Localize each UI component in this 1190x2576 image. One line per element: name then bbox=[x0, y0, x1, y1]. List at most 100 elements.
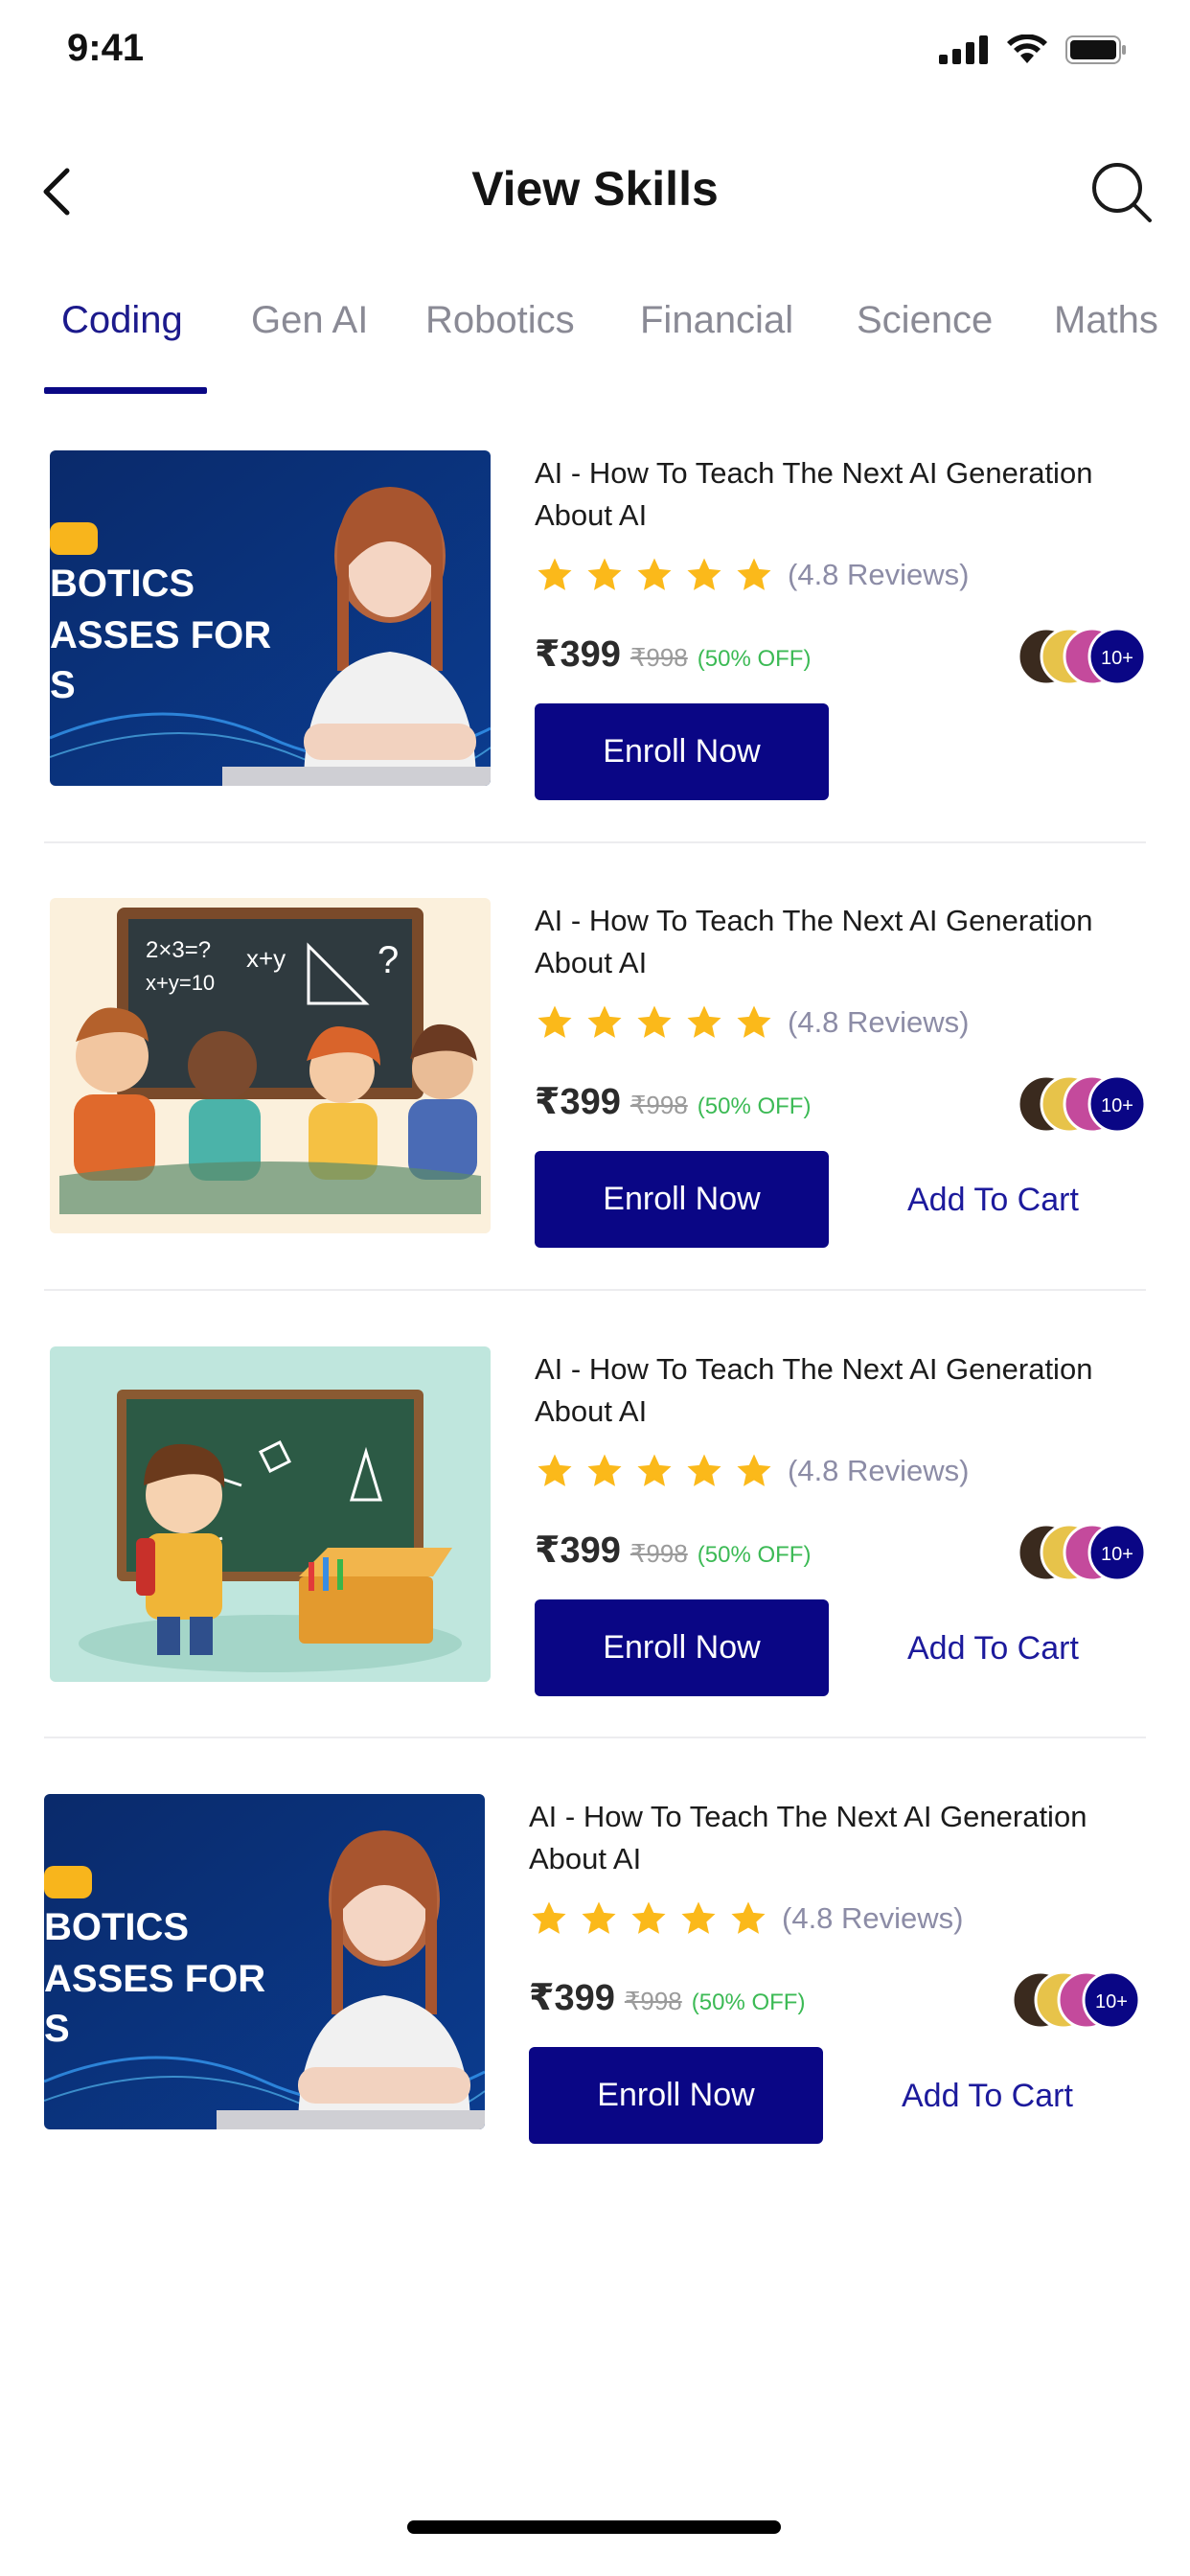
search-button[interactable] bbox=[1087, 157, 1156, 226]
star-icon bbox=[637, 1454, 672, 1486]
thumbnail-text: S bbox=[50, 664, 76, 706]
old-price: ₹998 bbox=[629, 1091, 688, 1119]
enrolled-count: 10+ bbox=[1101, 1095, 1133, 1116]
add-to-cart-button[interactable]: Add To Cart bbox=[907, 1182, 1079, 1219]
divider bbox=[44, 841, 1146, 843]
course-card[interactable]: BOTICS ASSES FOR S AI - How To Teach The… bbox=[0, 1794, 1190, 2241]
star-icon bbox=[637, 558, 672, 590]
star-icon bbox=[631, 1901, 666, 1934]
wifi-icon bbox=[1007, 34, 1047, 63]
star-icon bbox=[582, 1901, 616, 1934]
enroll-now-button[interactable]: Enroll Now bbox=[535, 1151, 829, 1248]
course-card[interactable]: BOTICS ASSES FOR S AI - How To Teach The… bbox=[0, 450, 1190, 897]
thumbnail-text: BOTICS bbox=[44, 1906, 189, 1948]
star-icon bbox=[637, 1005, 672, 1038]
course-card[interactable]: AI - How To Teach The Next AI Generation… bbox=[0, 1346, 1190, 1793]
tab-maths[interactable]: Maths bbox=[1054, 299, 1158, 342]
price: ₹399 bbox=[535, 634, 621, 675]
star-icon bbox=[587, 1454, 622, 1486]
star-icon bbox=[737, 1005, 771, 1038]
tab-gen-ai[interactable]: Gen AI bbox=[251, 299, 368, 342]
rating-row: (4.8 Reviews) bbox=[535, 556, 970, 594]
discount-badge: (50% OFF) bbox=[691, 1990, 806, 2015]
reviews-count: (4.8 Reviews) bbox=[782, 1901, 964, 1935]
home-indicator[interactable] bbox=[407, 2520, 781, 2534]
star-icon bbox=[538, 1005, 572, 1038]
reviews-count: (4.8 Reviews) bbox=[788, 1005, 970, 1039]
page-title: View Skills bbox=[471, 162, 719, 216]
add-to-cart-button[interactable]: Add To Cart bbox=[902, 2078, 1073, 2115]
price-row: ₹399 ₹998 (50% OFF) bbox=[535, 632, 811, 676]
star-icon bbox=[737, 1454, 771, 1486]
star-icon bbox=[687, 1454, 721, 1486]
price: ₹399 bbox=[535, 1082, 621, 1122]
battery-icon bbox=[1065, 35, 1126, 64]
tab-coding[interactable]: Coding bbox=[61, 299, 183, 342]
course-title[interactable]: AI - How To Teach The Next AI Generation… bbox=[535, 900, 1148, 984]
enrolled-count: 10+ bbox=[1101, 1544, 1133, 1565]
discount-badge: (50% OFF) bbox=[697, 1093, 812, 1119]
old-price: ₹998 bbox=[629, 643, 688, 672]
enrolled-avatars: 10+ bbox=[1011, 1970, 1146, 2030]
enroll-now-button[interactable]: Enroll Now bbox=[535, 703, 829, 800]
enroll-now-button[interactable]: Enroll Now bbox=[529, 2047, 823, 2144]
status-icons bbox=[939, 34, 1127, 65]
enrolled-count: 10+ bbox=[1101, 648, 1133, 669]
enrolled-count: 10+ bbox=[1095, 1991, 1128, 2012]
star-icon bbox=[538, 1454, 572, 1486]
thumbnail-text: BOTICS bbox=[50, 563, 195, 605]
header: View Skills bbox=[0, 144, 1190, 240]
reviews-count: (4.8 Reviews) bbox=[788, 558, 970, 591]
star-icon bbox=[587, 558, 622, 590]
category-tabs: Coding Gen AI Robotics Financial Science… bbox=[0, 288, 1190, 398]
enrolled-avatars: 10+ bbox=[1017, 627, 1152, 686]
active-tab-indicator bbox=[44, 387, 207, 394]
course-title[interactable]: AI - How To Teach The Next AI Generation… bbox=[535, 452, 1148, 537]
search-icon bbox=[1092, 163, 1152, 222]
thumbnail-text: ASSES FOR bbox=[44, 1958, 265, 2000]
tab-science[interactable]: Science bbox=[857, 299, 993, 342]
status-bar: 9:41 bbox=[0, 0, 1190, 105]
svg-text:?: ? bbox=[378, 939, 399, 981]
star-icon bbox=[681, 1901, 716, 1934]
star-icon bbox=[687, 558, 721, 590]
old-price: ₹998 bbox=[629, 1539, 688, 1568]
price-row: ₹399 ₹998 (50% OFF) bbox=[535, 1080, 811, 1123]
reviews-count: (4.8 Reviews) bbox=[788, 1454, 970, 1487]
star-icon bbox=[731, 1901, 766, 1934]
thumbnail-text: 2×3=? bbox=[146, 937, 211, 963]
course-thumbnail: BOTICS ASSES FOR S bbox=[50, 450, 491, 786]
course-title[interactable]: AI - How To Teach The Next AI Generation… bbox=[529, 1796, 1142, 1880]
price: ₹399 bbox=[529, 1978, 615, 2018]
thumbnail-text: x+y bbox=[246, 944, 286, 973]
price-row: ₹399 ₹998 (50% OFF) bbox=[535, 1529, 811, 1572]
rating-row: (4.8 Reviews) bbox=[535, 1003, 970, 1042]
course-card[interactable]: 2×3=? x+y=10 x+y ? AI - How To Teach The… bbox=[0, 898, 1190, 1345]
enrolled-avatars: 10+ bbox=[1017, 1523, 1152, 1582]
course-thumbnail bbox=[50, 1346, 491, 1682]
status-time: 9:41 bbox=[67, 27, 145, 69]
enroll-now-button[interactable]: Enroll Now bbox=[535, 1599, 829, 1696]
signal-icon bbox=[939, 35, 988, 64]
add-to-cart-button[interactable]: Add To Cart bbox=[907, 1630, 1079, 1668]
course-thumbnail: BOTICS ASSES FOR S bbox=[44, 1794, 485, 2129]
rating-row: (4.8 Reviews) bbox=[535, 1452, 970, 1490]
rating-row: (4.8 Reviews) bbox=[529, 1899, 964, 1938]
star-icon bbox=[538, 558, 572, 590]
discount-badge: (50% OFF) bbox=[697, 1542, 812, 1568]
course-title[interactable]: AI - How To Teach The Next AI Generation… bbox=[535, 1348, 1148, 1433]
divider bbox=[44, 1289, 1146, 1291]
price: ₹399 bbox=[535, 1530, 621, 1571]
thumbnail-text: S bbox=[44, 2008, 70, 2050]
thumbnail-text: ASSES FOR bbox=[50, 614, 271, 656]
tab-robotics[interactable]: Robotics bbox=[425, 299, 575, 342]
price-row: ₹399 ₹998 (50% OFF) bbox=[529, 1976, 805, 2019]
course-thumbnail: 2×3=? x+y=10 x+y ? bbox=[50, 898, 491, 1233]
enrolled-avatars: 10+ bbox=[1017, 1074, 1152, 1134]
tab-financial[interactable]: Financial bbox=[640, 299, 793, 342]
star-icon bbox=[587, 1005, 622, 1038]
star-icon bbox=[532, 1901, 566, 1934]
old-price: ₹998 bbox=[624, 1987, 682, 2015]
star-icon bbox=[687, 1005, 721, 1038]
discount-badge: (50% OFF) bbox=[697, 646, 812, 672]
